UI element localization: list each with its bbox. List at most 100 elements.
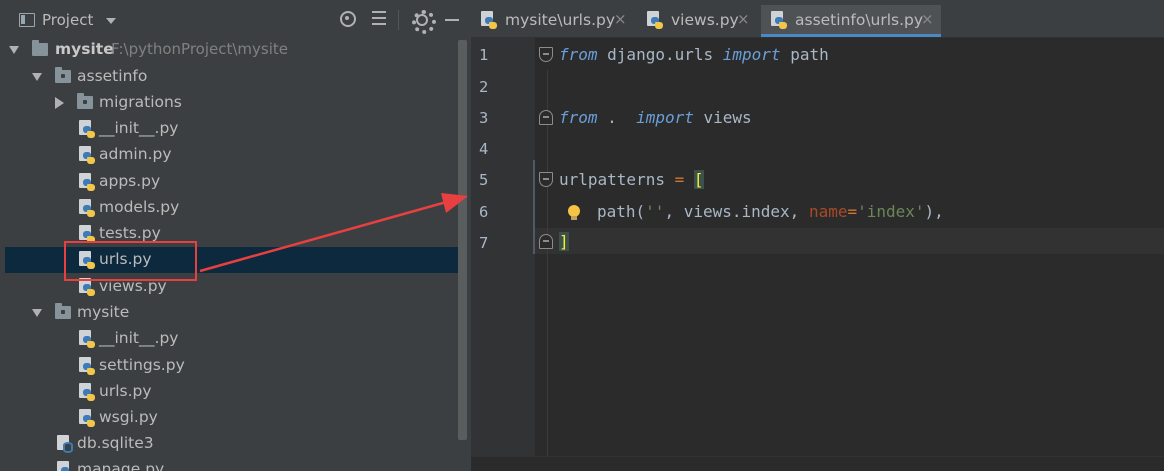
line-number: 3 (479, 109, 489, 127)
keyword-import: import (722, 45, 781, 64)
module-name: . (597, 108, 627, 127)
fold-marker-icon[interactable] (539, 234, 553, 249)
expand-arrow-icon[interactable] (9, 46, 19, 54)
python-file-icon (79, 330, 96, 349)
kwarg-equals: = (847, 202, 858, 221)
hide-panel-icon[interactable] (443, 9, 463, 29)
current-line-highlight (471, 228, 1164, 254)
fold-marker-icon[interactable] (539, 110, 553, 125)
code-line-3[interactable]: from . import views (559, 108, 752, 134)
line-number: 6 (479, 203, 489, 221)
tree-item-label: __init__.py (99, 329, 179, 347)
code-editor[interactable]: mysite\urls.py × views.py × assetinfo\ur… (471, 0, 1164, 471)
tree-item-file[interactable]: settings.py (0, 353, 458, 379)
tab-label: views.py (671, 11, 739, 29)
tree-item-mysite-root[interactable]: mysite F:\pythonProject\mysite (0, 37, 458, 63)
expand-arrow-icon[interactable] (32, 73, 42, 81)
scope-indicator (533, 160, 535, 254)
call-args: , views.index, (664, 202, 809, 221)
line-number: 7 (479, 234, 489, 252)
line-number: 5 (479, 171, 489, 189)
tab-views[interactable]: views.py × (637, 5, 757, 37)
close-tab-icon[interactable]: × (737, 10, 750, 28)
tree-item-label: apps.py (99, 172, 161, 190)
python-file-icon (79, 409, 96, 428)
keyword-import: import (626, 108, 694, 127)
tree-item-file[interactable]: __init__.py (0, 116, 458, 142)
project-title[interactable]: Project (42, 11, 93, 29)
python-file-icon (771, 11, 788, 30)
python-file-icon (79, 173, 96, 192)
tree-item-label: db.sqlite3 (77, 434, 154, 452)
scroll-from-source-icon[interactable] (338, 9, 358, 29)
tab-mysite-urls[interactable]: mysite\urls.py × (471, 5, 633, 37)
indent-guide (547, 70, 548, 458)
line-number: 1 (479, 46, 489, 64)
tree-item-label: manage.py (77, 460, 165, 471)
tree-item-file[interactable]: urls.py (0, 379, 458, 405)
project-scrollbar[interactable] (458, 40, 467, 440)
python-file-icon (79, 146, 96, 165)
tree-item-label: mysite (77, 303, 130, 321)
line-number: 2 (479, 78, 489, 96)
header-divider (398, 10, 399, 30)
string-literal: '' (645, 202, 665, 221)
fold-marker-icon[interactable] (539, 47, 553, 62)
project-view-dropdown-icon[interactable] (106, 18, 116, 24)
folder-icon (32, 40, 48, 56)
tree-item-label: models.py (99, 198, 180, 216)
python-file-icon (79, 199, 96, 218)
tree-item-label: tests.py (99, 224, 161, 242)
function-call: path( (597, 202, 646, 221)
package-folder-icon (55, 67, 71, 83)
tree-item-file[interactable]: wsgi.py (0, 405, 458, 431)
code-line-5[interactable]: urlpatterns = [ (559, 170, 704, 196)
tree-item-file[interactable]: apps.py (0, 169, 458, 195)
close-tab-icon[interactable]: × (614, 10, 627, 28)
intention-bulb-icon[interactable] (568, 205, 580, 221)
string-literal: 'index' (857, 202, 925, 221)
package-folder-icon (77, 93, 93, 109)
python-file-icon (647, 11, 664, 30)
project-tool-window: Project mysite F:\pythonProject\mysite a… (0, 0, 471, 471)
tree-item-label: __init__.py (99, 119, 179, 137)
fold-marker-icon[interactable] (539, 172, 553, 187)
editor-bottom-strip (471, 456, 1164, 471)
call-end: ), (924, 202, 944, 221)
tab-label: mysite\urls.py (505, 11, 616, 29)
python-file-icon (79, 120, 96, 139)
keyword-from: from (559, 108, 598, 127)
tree-item-file[interactable]: manage.py (0, 457, 458, 471)
close-tab-icon[interactable]: × (921, 10, 934, 28)
project-path-hint: F:\pythonProject\mysite (111, 40, 288, 58)
open-bracket: [ (693, 170, 704, 189)
tree-item-file[interactable]: __init__.py (0, 326, 458, 352)
code-line-6[interactable]: path('', views.index, name='index'), (597, 202, 944, 228)
tree-item-file[interactable]: models.py (0, 195, 458, 221)
code-line-1[interactable]: from django.urls import path (559, 45, 829, 71)
collapse-all-icon[interactable] (369, 9, 389, 29)
assign-operator: = (674, 170, 685, 189)
gear-icon[interactable] (411, 9, 436, 34)
tab-assetinfo-urls[interactable]: assetinfo\urls.py × (761, 5, 941, 37)
editor-tab-bar: mysite\urls.py × views.py × assetinfo\ur… (471, 0, 1164, 38)
tree-item-label: admin.py (99, 145, 172, 163)
module-name: django.urls (597, 45, 723, 64)
line-number-gutter[interactable] (471, 38, 535, 471)
close-bracket: ] (559, 232, 569, 251)
keyword-from: from (559, 45, 598, 64)
highlight-box-annotation (64, 241, 197, 281)
project-header: Project (0, 0, 471, 38)
tree-item-file[interactable]: admin.py (0, 142, 458, 168)
project-icon (19, 13, 35, 27)
tree-item-mysite-package[interactable]: mysite (0, 300, 458, 326)
code-line-7[interactable]: ] (559, 232, 569, 258)
tab-label: assetinfo\urls.py (795, 11, 924, 29)
python-file-icon (79, 383, 96, 402)
tree-item-migrations[interactable]: migrations (0, 90, 458, 116)
tree-item-assetinfo[interactable]: assetinfo (0, 64, 458, 90)
collapse-arrow-icon[interactable] (55, 97, 64, 109)
expand-arrow-icon[interactable] (32, 309, 42, 317)
tree-item-file[interactable]: db.sqlite3 (0, 431, 458, 457)
